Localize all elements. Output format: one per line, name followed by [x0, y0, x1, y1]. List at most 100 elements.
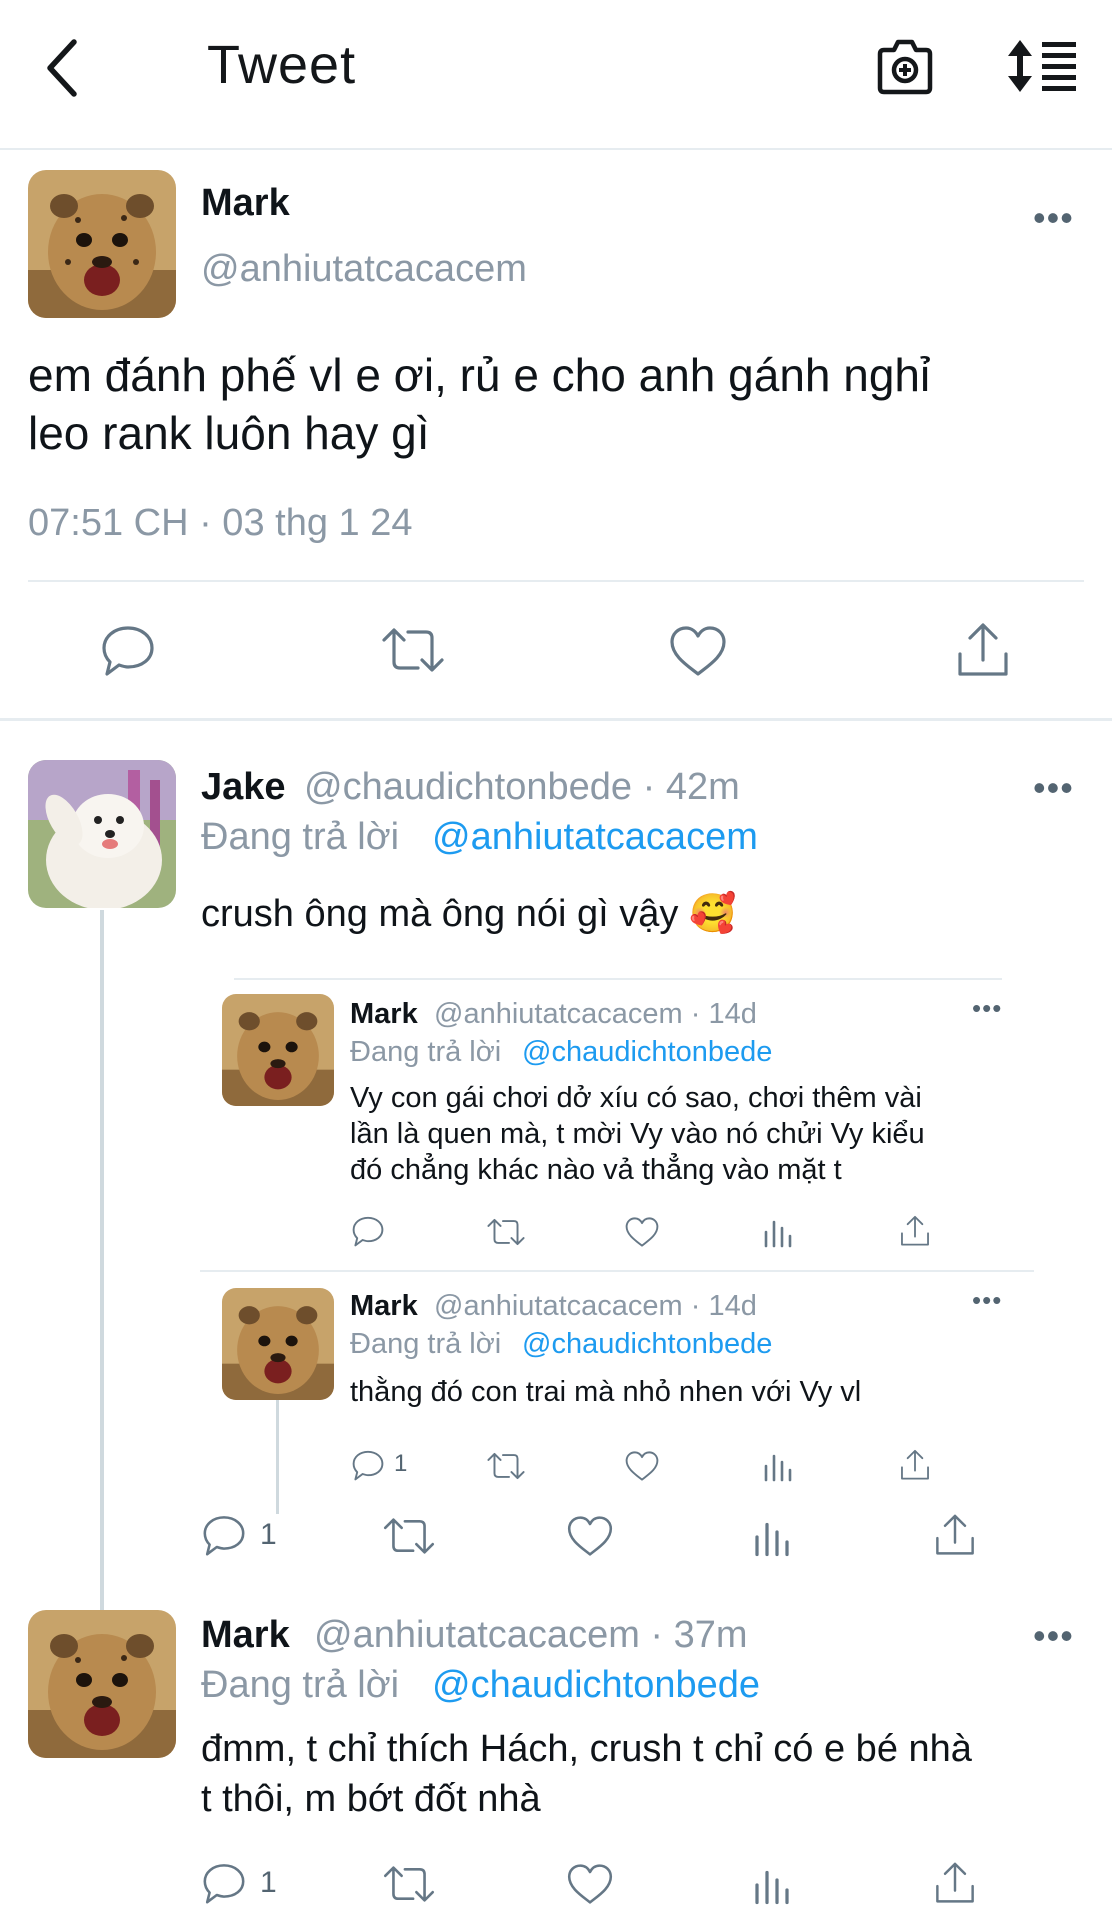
reply-tweet-jake: Jake @chaudichtonbede · 42m ••• Đang trả…	[0, 722, 1112, 1622]
like-action[interactable]	[566, 1514, 614, 1558]
replying-to-label: Đang trả lời	[201, 816, 400, 858]
replying-to-label: Đang trả lời	[350, 1036, 502, 1068]
nested-reply-2: Mark @anhiutatcacacem · 14d ••• Đang trả…	[200, 1274, 1040, 1514]
reply-count: 1	[394, 1450, 408, 1477]
retweet-action[interactable]	[380, 624, 446, 676]
author-name[interactable]: Mark	[350, 998, 418, 1031]
like-action[interactable]	[668, 624, 728, 678]
retweet-icon	[383, 1866, 435, 1902]
reply-text-line-2: t thôi, m bớt đốt nhà	[201, 1778, 541, 1820]
views-action[interactable]	[762, 1450, 794, 1482]
cheetah-cub-avatar-icon	[222, 994, 334, 1106]
header-bar: Tweet	[0, 0, 1112, 148]
share-upload-icon	[958, 623, 1008, 676]
reply-bubble-icon	[203, 1864, 245, 1904]
like-action[interactable]	[566, 1862, 614, 1906]
sort-list-icon	[1008, 40, 1076, 92]
author-name[interactable]: Mark	[350, 1290, 418, 1323]
retweet-action[interactable]	[382, 1514, 436, 1558]
retweet-action[interactable]	[382, 1862, 436, 1906]
reply-text: thằng đó con trai mà nhỏ nhen với Vy vl	[350, 1376, 862, 1408]
heart-icon	[670, 626, 726, 676]
page-title: Tweet	[207, 35, 357, 95]
nested-divider	[200, 1270, 1034, 1272]
reply-action[interactable]: 1	[200, 1860, 290, 1910]
bar-chart-icon	[755, 1522, 789, 1557]
author-handle-time[interactable]: @anhiutatcacacem · 14d	[434, 998, 757, 1031]
more-options-button[interactable]: •••	[972, 995, 1002, 1021]
views-action[interactable]	[762, 1216, 794, 1248]
retweet-icon	[487, 1452, 525, 1480]
bar-chart-icon	[764, 1220, 792, 1248]
replying-to-link[interactable]: @anhiutatcacacem	[432, 816, 758, 859]
views-action[interactable]	[752, 1864, 792, 1906]
author-name[interactable]: Jake	[201, 766, 286, 809]
views-action[interactable]	[752, 1516, 792, 1558]
reply-bubble-icon	[352, 1450, 384, 1481]
nested-thread-line	[276, 1400, 279, 1514]
share-action[interactable]	[898, 1448, 932, 1482]
replying-to-link[interactable]: @chaudichtonbede	[522, 1328, 772, 1361]
reply-tweet-mark: Mark @anhiutatcacacem · 37m ••• Đang trả…	[0, 1600, 1112, 1920]
cheetah-cub-avatar-icon	[28, 1610, 176, 1758]
replying-to-label: Đang trả lời	[201, 1664, 400, 1706]
share-action[interactable]	[932, 1512, 978, 1558]
cheetah-cub-avatar-icon	[28, 170, 176, 318]
replying-to-label: Đang trả lời	[350, 1328, 502, 1360]
author-handle-time[interactable]: @anhiutatcacacem · 14d	[434, 1290, 757, 1323]
section-divider	[0, 718, 1112, 721]
avatar[interactable]	[222, 1288, 334, 1400]
camera-button[interactable]	[874, 36, 936, 98]
retweet-icon	[383, 1518, 435, 1554]
author-name[interactable]: Mark	[201, 182, 290, 225]
replying-to-link[interactable]: @chaudichtonbede	[522, 1036, 772, 1069]
like-action[interactable]	[624, 1216, 660, 1248]
reply-action[interactable]	[98, 622, 158, 678]
more-options-button[interactable]: •••	[972, 1287, 1002, 1313]
tweet-text-line-1: em đánh phế vl e ơi, rủ e cho anh gánh n…	[28, 349, 931, 401]
reply-action[interactable]: 1	[350, 1448, 420, 1482]
more-options-button[interactable]: •••	[1033, 200, 1074, 236]
chevron-left-icon	[47, 39, 77, 97]
avatar[interactable]	[28, 170, 176, 318]
more-options-button[interactable]: •••	[1033, 1618, 1074, 1654]
reply-bubble-icon	[102, 626, 154, 676]
heart-icon	[567, 1516, 613, 1556]
author-name[interactable]: Mark	[201, 1614, 290, 1657]
sort-button[interactable]	[1006, 38, 1078, 94]
white-dog-avatar-icon	[28, 760, 176, 908]
bar-chart-icon	[764, 1454, 792, 1482]
reply-action[interactable]: 1	[200, 1512, 290, 1562]
author-handle-time[interactable]: @anhiutatcacacem · 37m	[314, 1614, 748, 1657]
author-handle-time[interactable]: @chaudichtonbede · 42m	[304, 766, 740, 809]
avatar[interactable]	[28, 760, 176, 908]
reply-text-line-1: đmm, t chỉ thích Hách, crush t chỉ có e …	[201, 1728, 972, 1770]
share-action[interactable]	[932, 1860, 978, 1906]
reply-action[interactable]	[350, 1214, 386, 1248]
reply-bubble-icon	[203, 1516, 245, 1556]
like-action[interactable]	[624, 1450, 660, 1482]
share-action[interactable]	[954, 620, 1012, 680]
retweet-action[interactable]	[486, 1450, 526, 1482]
heart-icon	[625, 1217, 659, 1247]
more-options-button[interactable]: •••	[1033, 770, 1074, 806]
tweet-timestamp: 07:51 CH · 03 thg 1 24	[28, 502, 413, 544]
author-handle[interactable]: @anhiutatcacacem	[201, 248, 527, 291]
reply-text-line-1: Vy con gái chơi dở xíu có sao, chơi thêm…	[350, 1082, 922, 1114]
tweet-text-line-2: leo rank luôn hay gì	[28, 407, 430, 459]
back-button[interactable]	[40, 36, 86, 100]
share-upload-icon	[901, 1215, 929, 1246]
avatar[interactable]	[222, 994, 334, 1106]
share-upload-icon	[901, 1449, 929, 1480]
cheetah-cub-avatar-icon	[222, 1288, 334, 1400]
camera-plus-icon	[877, 39, 933, 95]
retweet-icon	[487, 1218, 525, 1246]
reply-text: crush ông mà ông nói gì vậy 🥰	[201, 893, 737, 935]
nested-reply-1: Mark @anhiutatcacacem · 14d ••• Đang trả…	[200, 980, 1040, 1270]
share-action[interactable]	[898, 1214, 932, 1248]
retweet-action[interactable]	[486, 1216, 526, 1248]
replying-to-link[interactable]: @chaudichtonbede	[432, 1664, 760, 1707]
retweet-icon	[382, 628, 444, 672]
reply-count: 1	[260, 1518, 277, 1551]
avatar[interactable]	[28, 1610, 176, 1758]
